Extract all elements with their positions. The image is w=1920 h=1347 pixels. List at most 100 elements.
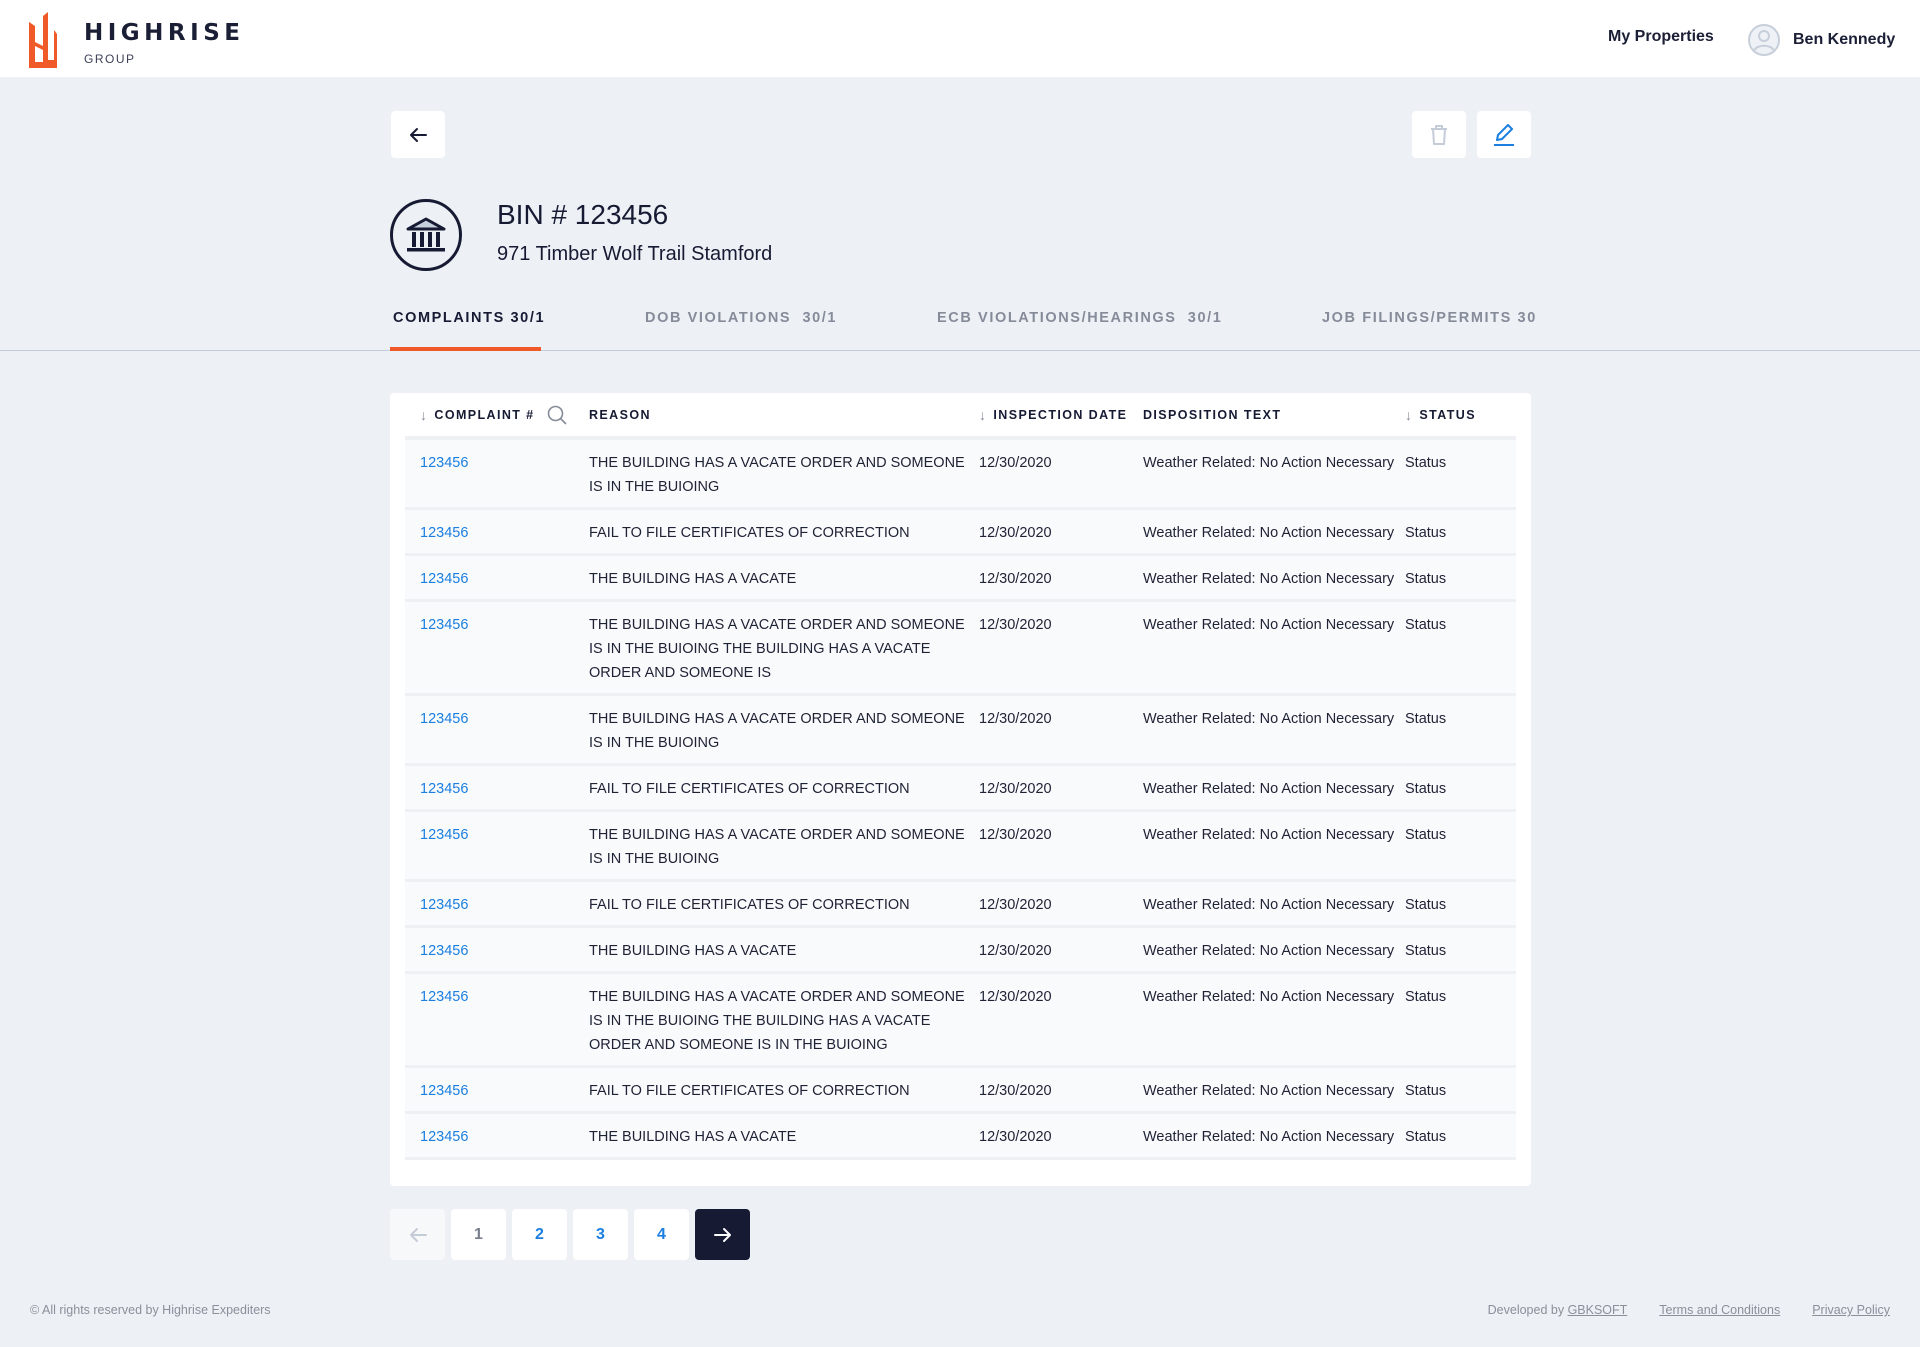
date-cell: 12/30/2020 [979,781,1052,797]
complaint-link[interactable]: 123456 [420,567,468,591]
complaint-link[interactable]: 123456 [420,1125,468,1149]
page-3-button[interactable]: 3 [573,1209,628,1260]
reason-cell: THE BUILDING HAS A VACATE [589,1129,797,1145]
page-2-button[interactable]: 2 [512,1209,567,1260]
complaint-link[interactable]: 123456 [420,613,468,637]
reason-cell: THE BUILDING HAS A VACATE [589,943,797,959]
disposition-cell: Weather Related: No Action Necessary [1143,455,1395,471]
table-row: 123456 FAIL TO FILE CERTIFICATES OF CORR… [405,882,1516,928]
tab-job-filings[interactable]: JOB FILINGS/PERMITS 30 [1322,310,1537,326]
table-body: 123456 THE BUILDING HAS A VACATE ORDER A… [405,440,1516,1160]
footer-links: Developed by GBKSOFT Terms and Condition… [1488,1303,1890,1317]
header-reason: REASON [589,407,651,422]
table-row: 123456 THE BUILDING HAS A VACATE 12/30/2… [405,928,1516,974]
complaint-link[interactable]: 123456 [420,823,468,847]
arrow-left-icon [409,1227,427,1242]
pagination: 1 2 3 4 [390,1209,750,1260]
tab-dob-violations[interactable]: DOB VIOLATIONS 30/1 [645,310,837,326]
complaint-link[interactable]: 123456 [420,521,468,545]
prev-page-button[interactable] [390,1209,445,1260]
bank-building-icon [406,217,446,252]
status-cell: Status [1405,571,1447,587]
tab-complaints[interactable]: COMPLAINTS 30/1 [393,310,545,326]
status-cell: Status [1405,711,1447,727]
disposition-cell: Weather Related: No Action Necessary [1143,571,1395,587]
logo-icon [29,12,57,68]
reason-cell: THE BUILDING HAS A VACATE ORDER AND SOME… [589,711,965,751]
disposition-cell: Weather Related: No Action Necessary [1143,711,1395,727]
header-status[interactable]: ↓ STATUS [1405,407,1476,423]
status-cell: Status [1405,617,1447,633]
complaints-table: ↓ COMPLAINT # REASON ↓ INSPECTION DATE D… [390,393,1531,1186]
complaint-link[interactable]: 123456 [420,1079,468,1103]
reason-cell: FAIL TO FILE CERTIFICATES OF CORRECTION [589,525,910,541]
back-button[interactable] [391,111,445,158]
tabs: COMPLAINTS 30/1 DOB VIOLATIONS 30/1 ECB … [0,300,1920,351]
property-address: 971 Timber Wolf Trail Stamford [497,243,773,265]
user-menu[interactable]: Ben Kennedy [1748,24,1895,56]
developer-link[interactable]: GBKSOFT [1568,1303,1628,1317]
developed-by-label: Developed by [1487,1303,1568,1317]
date-cell: 12/30/2020 [979,711,1052,727]
reason-cell: FAIL TO FILE CERTIFICATES OF CORRECTION [589,1083,910,1099]
edit-button[interactable] [1477,111,1531,158]
my-properties-link[interactable]: My Properties [1608,28,1714,46]
page-4-button[interactable]: 4 [634,1209,689,1260]
disposition-cell: Weather Related: No Action Necessary [1143,989,1395,1005]
table-row: 123456 FAIL TO FILE CERTIFICATES OF CORR… [405,510,1516,556]
complaint-link[interactable]: 123456 [420,985,468,1009]
top-navbar: HIGHRISE GROUP My Properties Ben Kennedy [0,0,1920,77]
header-disposition: DISPOSITION TEXT [1143,407,1282,422]
status-cell: Status [1405,781,1447,797]
disposition-cell: Weather Related: No Action Necessary [1143,897,1395,913]
table-header: ↓ COMPLAINT # REASON ↓ INSPECTION DATE D… [405,393,1516,440]
pencil-icon [1494,123,1514,146]
reason-cell: FAIL TO FILE CERTIFICATES OF CORRECTION [589,897,910,913]
complaint-link[interactable]: 123456 [420,939,468,963]
table-row: 123456 THE BUILDING HAS A VACATE ORDER A… [405,602,1516,696]
status-cell: Status [1405,525,1447,541]
disposition-cell: Weather Related: No Action Necessary [1143,1083,1395,1099]
arrow-left-icon [410,127,427,142]
complaint-link[interactable]: 123456 [420,777,468,801]
copyright: © All rights reserved by Highrise Expedi… [30,1303,271,1317]
complaint-link[interactable]: 123456 [420,893,468,917]
reason-cell: THE BUILDING HAS A VACATE ORDER AND SOME… [589,827,965,867]
header-inspection-date[interactable]: ↓ INSPECTION DATE [979,407,1127,423]
search-icon[interactable] [547,405,567,425]
table-row: 123456 THE BUILDING HAS A VACATE ORDER A… [405,696,1516,766]
terms-link[interactable]: Terms and Conditions [1659,1303,1780,1317]
page-1-button[interactable]: 1 [451,1209,506,1260]
tab-ecb-violations[interactable]: ECB VIOLATIONS/HEARINGS 30/1 [937,310,1222,326]
date-cell: 12/30/2020 [979,1129,1052,1145]
date-cell: 12/30/2020 [979,617,1052,633]
table-row: 123456 THE BUILDING HAS A VACATE ORDER A… [405,974,1516,1068]
date-cell: 12/30/2020 [979,571,1052,587]
brand-title: HIGHRISE [84,20,245,46]
privacy-link[interactable]: Privacy Policy [1812,1303,1890,1317]
date-cell: 12/30/2020 [979,525,1052,541]
user-name: Ben Kennedy [1793,31,1896,48]
date-cell: 12/30/2020 [979,455,1052,471]
reason-cell: THE BUILDING HAS A VACATE [589,571,797,587]
table-row: 123456 THE BUILDING HAS A VACATE 12/30/2… [405,556,1516,602]
avatar [1748,24,1780,56]
bin-title: BIN # 123456 [497,199,669,230]
header-complaint[interactable]: ↓ COMPLAINT # [420,405,567,425]
delete-button[interactable] [1412,111,1466,158]
status-cell: Status [1405,989,1447,1005]
table-row: 123456 THE BUILDING HAS A VACATE ORDER A… [405,440,1516,510]
table-row: 123456 FAIL TO FILE CERTIFICATES OF CORR… [405,1068,1516,1114]
arrow-down-icon: ↓ [979,406,988,423]
complaint-link[interactable]: 123456 [420,451,468,475]
table-row: 123456 THE BUILDING HAS A VACATE ORDER A… [405,812,1516,882]
date-cell: 12/30/2020 [979,989,1052,1005]
disposition-cell: Weather Related: No Action Necessary [1143,943,1395,959]
disposition-cell: Weather Related: No Action Necessary [1143,781,1395,797]
complaint-link[interactable]: 123456 [420,707,468,731]
status-cell: Status [1405,827,1447,843]
next-page-button[interactable] [695,1209,750,1260]
logo[interactable]: HIGHRISE GROUP [29,12,240,68]
status-cell: Status [1405,1129,1447,1145]
arrow-right-icon [713,1227,731,1242]
